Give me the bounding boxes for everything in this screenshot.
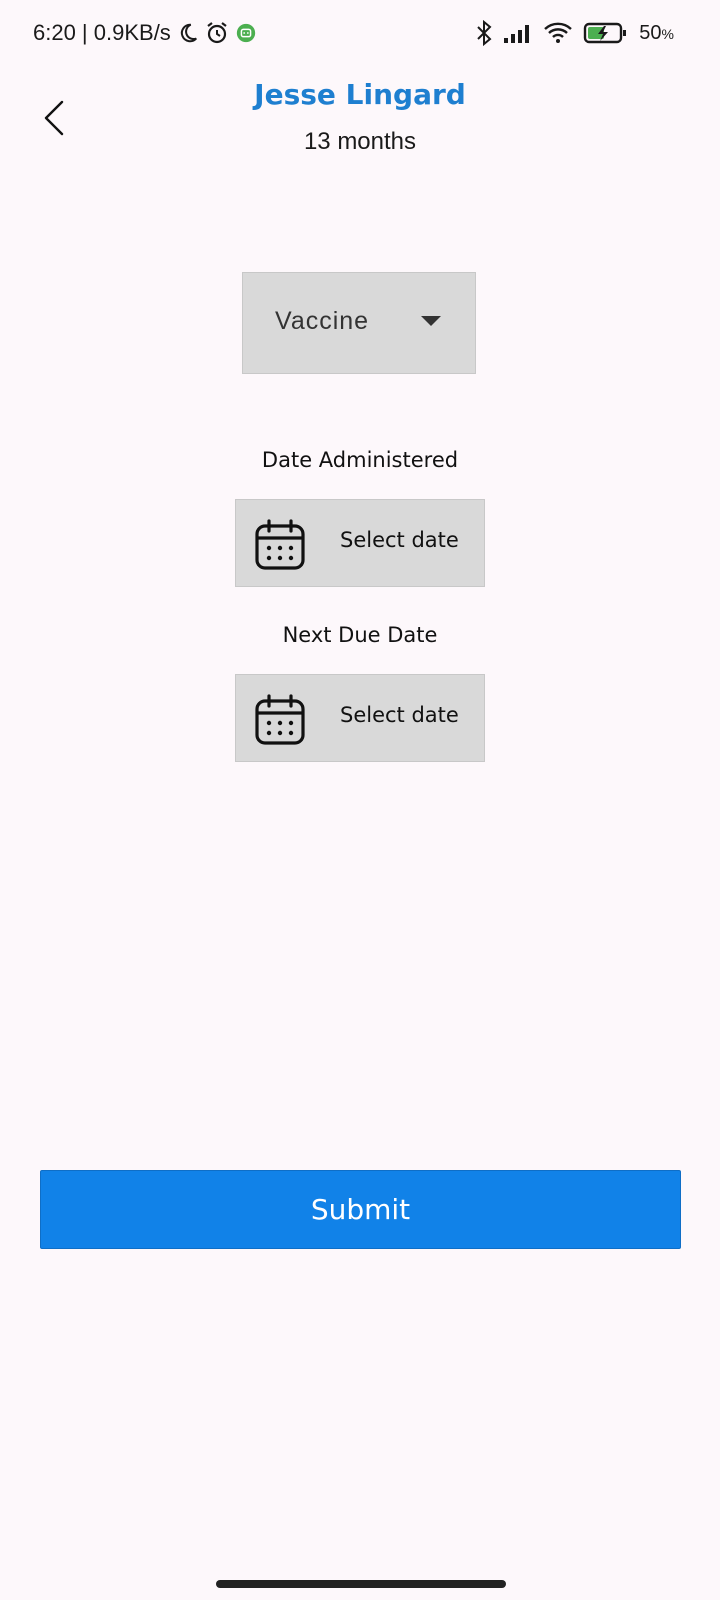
signal-icon	[503, 22, 533, 44]
child-age-subtitle: 13 months	[303, 128, 417, 155]
calendar-icon	[255, 519, 305, 570]
date-administered-label: Date Administered	[261, 448, 459, 472]
vaccine-dropdown-label: Vaccine	[275, 307, 370, 335]
bluetooth-icon	[475, 20, 493, 46]
app-notification-icon	[235, 22, 257, 44]
date-administered-button[interactable]: Select date	[235, 499, 485, 587]
caret-down-icon	[421, 316, 441, 326]
date-administered-value: Select date	[340, 528, 459, 552]
status-time-speed: 6:20 | 0.9KB/s	[33, 20, 171, 45]
moon-icon	[177, 22, 199, 44]
status-bar: 6:20 | 0.9KB/s 50%	[0, 0, 720, 70]
status-left: 6:20 | 0.9KB/s	[33, 20, 257, 46]
vaccine-dropdown[interactable]: Vaccine	[242, 272, 476, 374]
battery-percent: 50%	[639, 22, 674, 45]
battery-charging-icon	[583, 21, 629, 45]
submit-button[interactable]: Submit	[40, 1170, 681, 1249]
home-indicator[interactable]	[216, 1580, 506, 1588]
next-due-date-value: Select date	[340, 703, 459, 727]
status-right: 50%	[475, 20, 674, 46]
alarm-icon	[205, 21, 229, 45]
next-due-date-button[interactable]: Select date	[235, 674, 485, 762]
wifi-icon	[543, 21, 573, 45]
calendar-icon	[255, 694, 305, 745]
battery-percent-unit: %	[661, 25, 674, 42]
next-due-date-label: Next Due Date	[282, 623, 438, 647]
child-name-title: Jesse Lingard	[254, 78, 466, 111]
battery-percent-value: 50	[639, 21, 662, 44]
